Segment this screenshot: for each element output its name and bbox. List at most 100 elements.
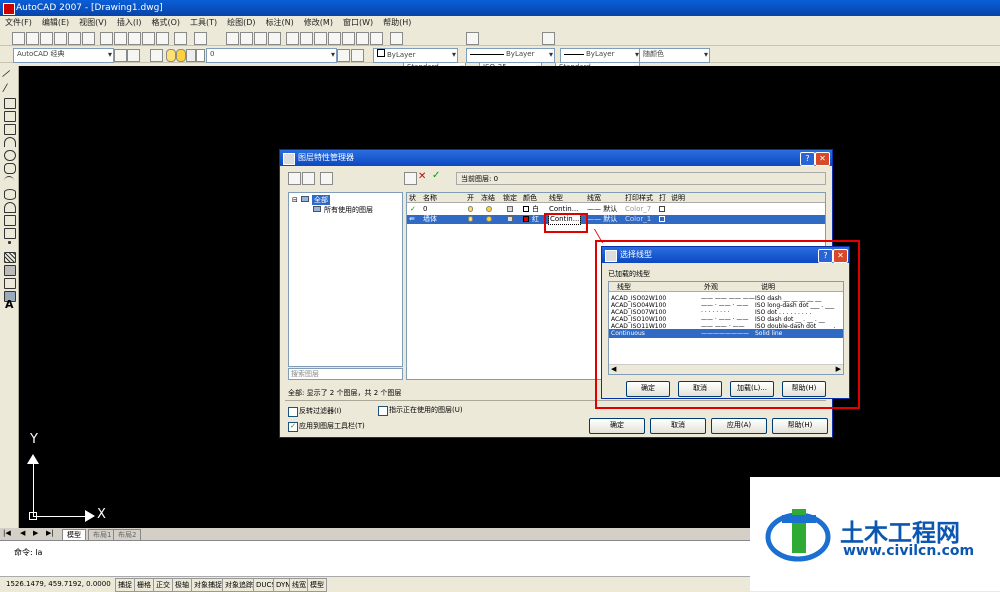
layer-combo[interactable]: 0 [206, 48, 337, 63]
col-lineweight[interactable]: 线宽 [587, 193, 601, 203]
tree-item-used[interactable]: 所有使用的图层 [324, 205, 373, 215]
layer-dialog-help-button[interactable]: ? [800, 152, 815, 166]
revision-cloud-icon[interactable] [4, 163, 16, 174]
make-current-layer-icon[interactable] [337, 49, 350, 62]
layer-apply-button[interactable]: 应用(A) [711, 418, 767, 434]
col-name[interactable]: 名称 [423, 193, 437, 203]
col-freeze[interactable]: 冻结 [481, 193, 495, 203]
menu-dimension[interactable]: 标注(N) [261, 16, 299, 30]
spline-icon[interactable] [4, 176, 14, 186]
point-icon[interactable] [8, 241, 11, 244]
zoom-realtime-icon[interactable] [240, 32, 253, 45]
polar-toggle[interactable]: 极轴 [172, 578, 192, 592]
plot-icon[interactable] [54, 32, 67, 45]
linetype-dialog-close-button[interactable]: ✕ [833, 249, 848, 263]
layer-dialog-close-button[interactable]: ✕ [815, 152, 830, 166]
new-filter-icon[interactable] [288, 172, 301, 185]
new-group-filter-icon[interactable] [302, 172, 315, 185]
undo-icon[interactable] [174, 32, 187, 45]
layer-name[interactable]: 墙体 [423, 215, 437, 224]
osnap-toggle[interactable]: 对象捕捉 [191, 578, 225, 592]
menu-tools[interactable]: 工具(T) [185, 16, 222, 30]
match-properties-icon[interactable] [142, 32, 155, 45]
color-swatch[interactable] [523, 216, 529, 222]
redo-icon[interactable] [194, 32, 207, 45]
set-current-icon[interactable]: ✓ [432, 170, 440, 181]
tree-collapse-icon[interactable]: ⊟ [292, 196, 298, 204]
layer-states-icon[interactable] [320, 172, 333, 185]
linetype-combo[interactable]: ByLayer [466, 48, 555, 63]
gradient-icon[interactable] [4, 265, 16, 276]
zoom-previous-icon[interactable] [268, 32, 281, 45]
lineweight-toggle[interactable]: 线宽 [289, 578, 309, 592]
preview-icon[interactable] [68, 32, 81, 45]
arc-icon[interactable] [4, 137, 16, 147]
linetype-list[interactable]: 线型 外观 说明 ACAD_ISO02W100 —— —— —— —— ISO da… [608, 281, 844, 375]
col-description[interactable]: 说明 [761, 282, 775, 292]
open-icon[interactable] [26, 32, 39, 45]
workspace-settings-icon[interactable] [114, 49, 127, 62]
color-swatch[interactable] [523, 206, 529, 212]
menu-view[interactable]: 视图(V) [74, 16, 112, 30]
rectangle-icon[interactable] [4, 124, 16, 135]
tab-nav-last-icon[interactable]: ▶| [46, 529, 54, 537]
color-combo[interactable]: ByLayer [373, 48, 458, 63]
filter-tree[interactable]: ⊟ 全部 所有使用的图层 [288, 192, 403, 367]
copy-icon[interactable] [114, 32, 127, 45]
tab-nav-prev-icon[interactable]: ◀ [20, 529, 25, 537]
polyline-icon[interactable] [4, 98, 16, 109]
otrack-toggle[interactable]: 对象追踪 [222, 578, 256, 592]
thaw-sun-icon[interactable] [486, 206, 492, 212]
tool-palettes-icon[interactable] [314, 32, 327, 45]
search-layer-input[interactable]: 搜索图层 [288, 368, 403, 380]
layer-cancel-button[interactable]: 取消 [650, 418, 706, 434]
ortho-toggle[interactable]: 正交 [153, 578, 173, 592]
multiline-text-icon[interactable]: A [5, 298, 14, 311]
new-layer-icon[interactable] [404, 172, 417, 185]
thaw-sun-icon[interactable] [486, 216, 492, 222]
paste-icon[interactable] [128, 32, 141, 45]
snap-toggle[interactable]: 捕捉 [115, 578, 135, 592]
hatch-icon[interactable] [4, 252, 16, 263]
tree-item-all[interactable]: 全部 [312, 195, 330, 205]
col-linetype[interactable]: 线型 [549, 193, 563, 203]
circle-icon[interactable] [4, 150, 16, 161]
pan-icon[interactable] [226, 32, 239, 45]
construction-line-icon[interactable] [2, 83, 16, 97]
line-icon[interactable] [1, 69, 17, 85]
unlock-icon[interactable] [507, 206, 513, 212]
col-description[interactable]: 说明 [671, 193, 685, 203]
new-icon[interactable] [12, 32, 25, 45]
calculator-icon[interactable] [356, 32, 369, 45]
zoom-window-icon[interactable] [254, 32, 267, 45]
model-toggle[interactable]: 模型 [307, 578, 327, 592]
sheet-set-icon[interactable] [328, 32, 341, 45]
lineweight-combo[interactable]: ByLayer [560, 48, 641, 63]
linetype-load-button[interactable]: 加载(L)... [730, 381, 774, 397]
invert-filter-checkbox[interactable] [288, 407, 298, 417]
plot-printer-icon[interactable] [659, 206, 665, 212]
plot-printer-icon[interactable] [659, 216, 665, 222]
linetype-cancel-button[interactable]: 取消 [678, 381, 722, 397]
markup-icon[interactable] [342, 32, 355, 45]
grid-toggle[interactable]: 栅格 [134, 578, 154, 592]
menu-help[interactable]: 帮助(H) [378, 16, 416, 30]
delete-layer-icon[interactable]: ✕ [418, 171, 426, 182]
linetype-row[interactable]: Continuous ———————— Solid line [609, 329, 843, 338]
layer-lineweight[interactable]: —— 默认 [587, 215, 617, 224]
col-status[interactable]: 状 [409, 193, 416, 203]
linetype-dialog-help-button[interactable]: ? [818, 249, 833, 263]
layer-manager-icon[interactable] [150, 49, 163, 62]
ellipse-icon[interactable] [4, 189, 16, 200]
unlock-icon[interactable] [507, 216, 513, 222]
ellipse-arc-icon[interactable] [4, 202, 16, 213]
on-bulb-icon[interactable] [468, 206, 473, 212]
on-bulb-icon[interactable] [468, 216, 473, 222]
insert-block-icon[interactable] [4, 215, 16, 226]
col-linetype[interactable]: 线型 [617, 282, 631, 292]
save-icon[interactable] [40, 32, 53, 45]
menu-format[interactable]: 格式(O) [146, 16, 185, 30]
polygon-icon[interactable] [4, 111, 16, 122]
cut-icon[interactable] [100, 32, 113, 45]
layer-ok-button[interactable]: 确定 [589, 418, 645, 434]
